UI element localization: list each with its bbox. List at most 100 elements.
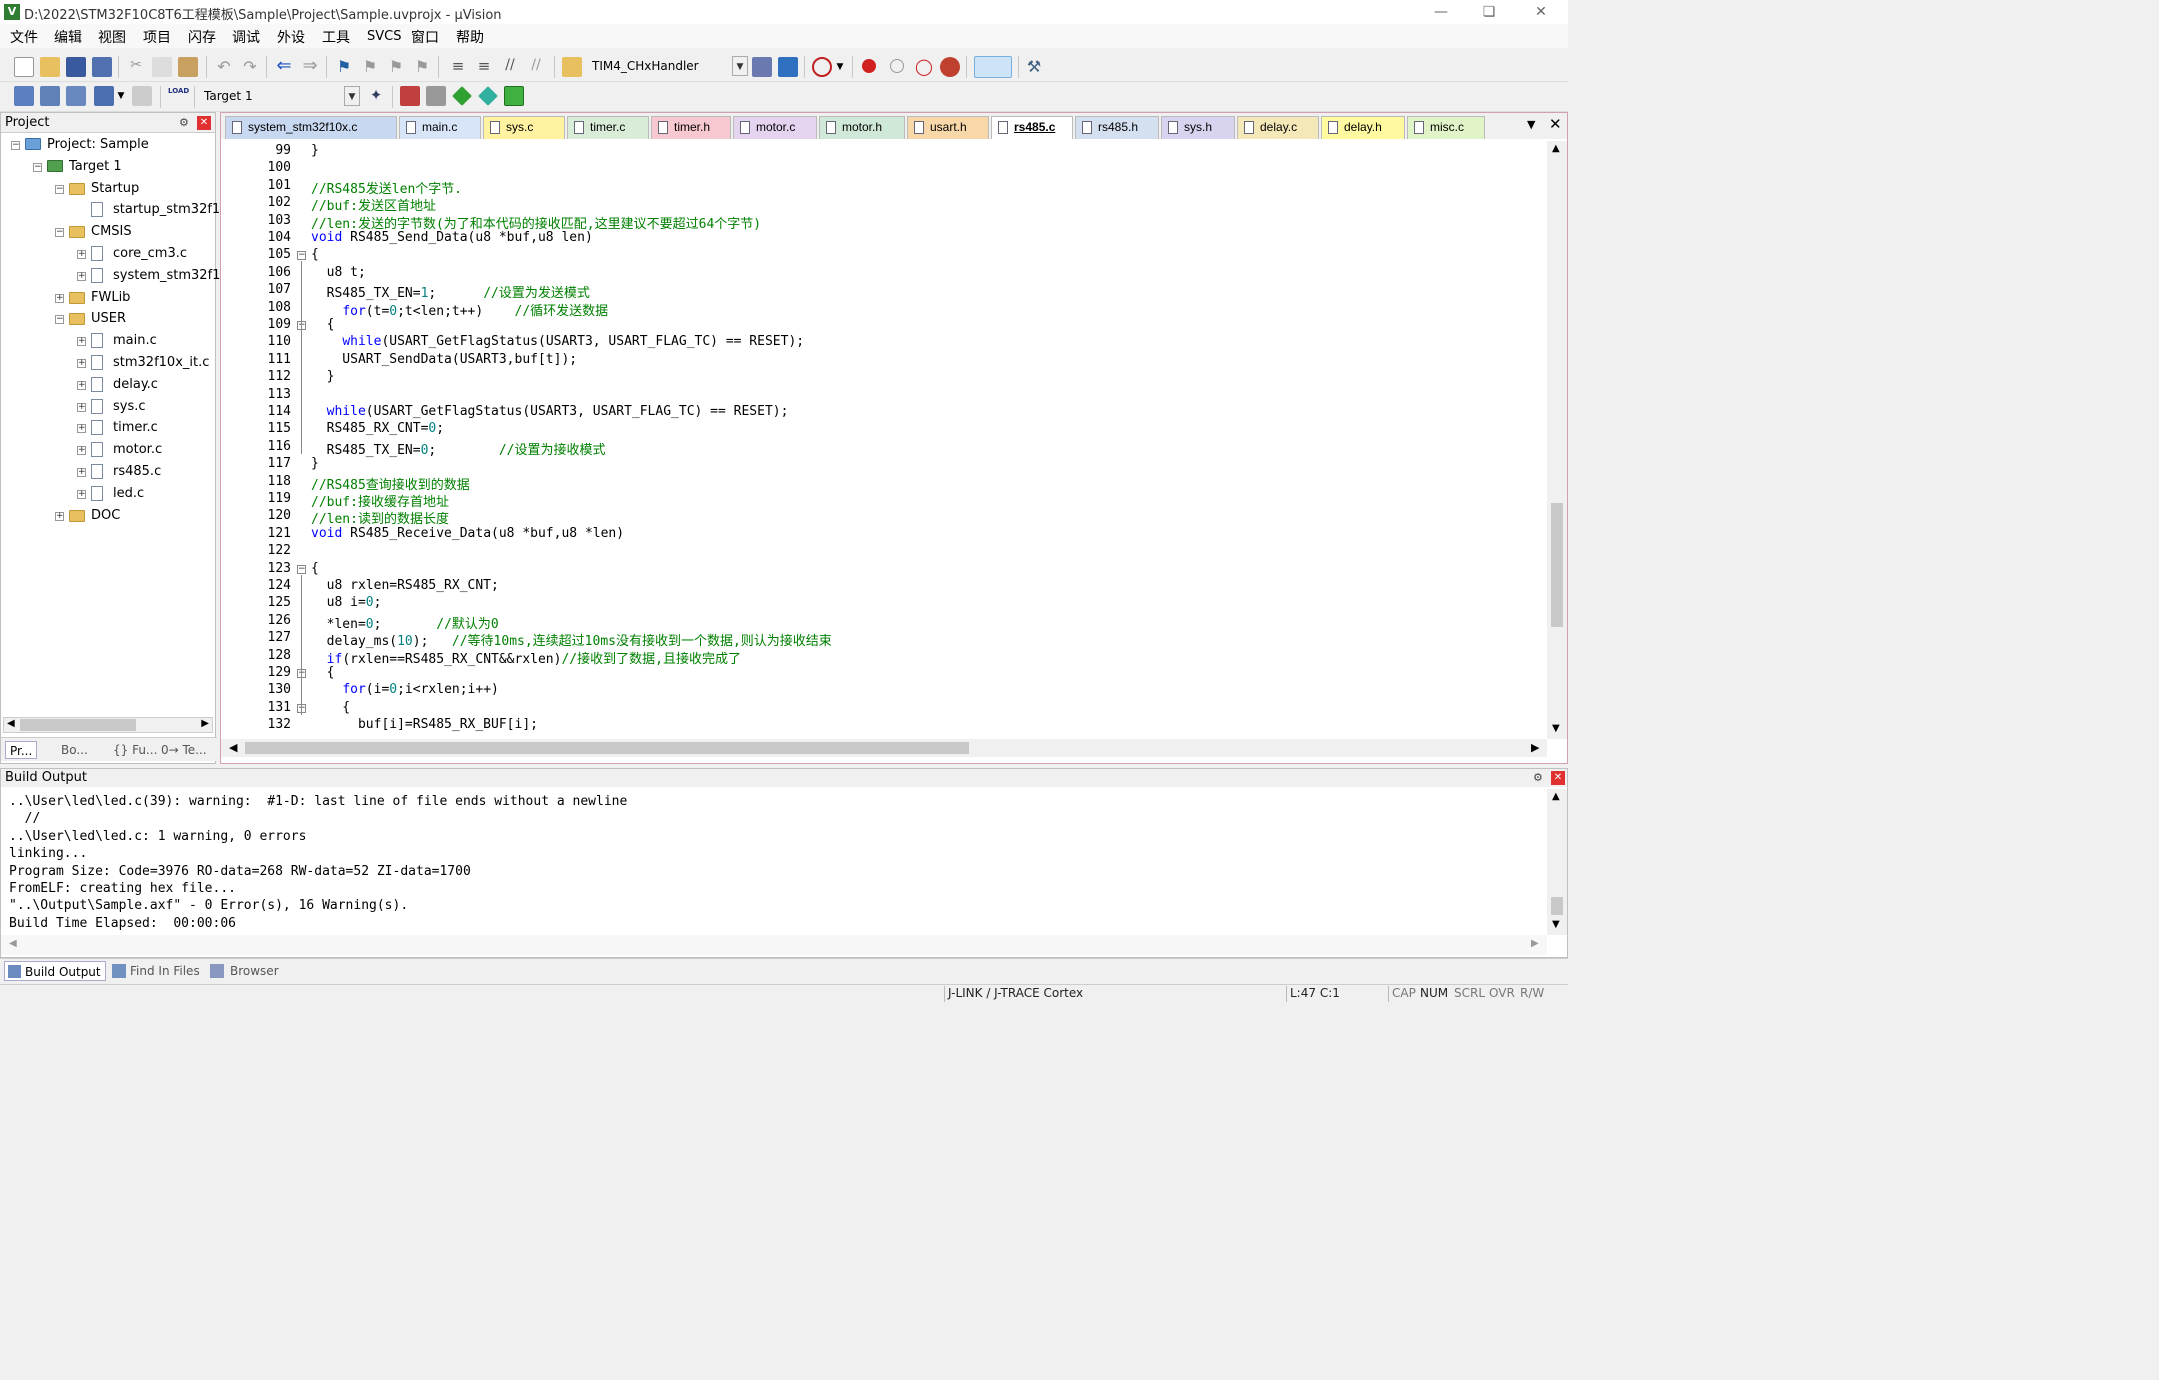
find-icon[interactable]: [752, 57, 772, 77]
tree-item-file[interactable]: + motor.c: [1, 440, 213, 460]
expand-icon[interactable]: +: [77, 446, 86, 456]
navigate-back-icon[interactable]: ⇐: [274, 57, 294, 77]
scroll-thumb[interactable]: [1551, 897, 1563, 915]
scroll-left-icon[interactable]: ◀: [7, 718, 15, 729]
target-combo[interactable]: Target 1 ▼: [198, 86, 360, 108]
expand-icon[interactable]: +: [55, 293, 64, 303]
file-tab[interactable]: timer.c: [567, 116, 649, 139]
menu-window[interactable]: 窗口: [411, 27, 439, 47]
tree-item-file[interactable]: + system_stm32f10: [1, 266, 229, 286]
tree-item-folder[interactable]: − Startup: [1, 179, 213, 199]
bookmark-prev-icon[interactable]: ⚑: [360, 57, 380, 77]
expand-icon[interactable]: +: [77, 271, 86, 281]
tree-item-file[interactable]: + timer.c: [1, 418, 213, 438]
code-line[interactable]: void RS485_Send_Data(u8 *buf,u8 len): [311, 230, 593, 245]
file-tab[interactable]: timer.h: [651, 116, 731, 139]
code-line[interactable]: //buf:发送区首地址: [311, 195, 436, 214]
tab-browser[interactable]: Browser: [210, 961, 279, 981]
code-line[interactable]: u8 i=0;: [311, 595, 382, 610]
code-line[interactable]: buf[i]=RS485_RX_BUF[i];: [311, 717, 538, 732]
uncomment-icon[interactable]: //: [526, 57, 546, 77]
undo-icon[interactable]: ↶: [214, 57, 234, 77]
scroll-thumb[interactable]: [1551, 503, 1563, 627]
menu-project[interactable]: 项目: [143, 27, 171, 47]
tab-functions[interactable]: {} Fu...: [113, 741, 157, 759]
file-tab[interactable]: misc.c: [1407, 116, 1485, 139]
window-layout-button[interactable]: [974, 56, 1012, 78]
chevron-down-icon[interactable]: ▼: [344, 86, 360, 106]
unindent-icon[interactable]: ≡: [474, 57, 494, 77]
translate-icon[interactable]: [14, 86, 34, 106]
menu-debug[interactable]: 调试: [232, 27, 260, 47]
redo-icon[interactable]: ↷: [240, 57, 260, 77]
code-line[interactable]: delay_ms(10); //等待10ms,连续超过10ms没有接收到一个数据…: [311, 630, 832, 649]
scroll-down-icon[interactable]: ▼: [1552, 919, 1560, 930]
scroll-up-icon[interactable]: ▲: [1552, 143, 1560, 154]
cut-icon[interactable]: ✂: [126, 57, 146, 77]
close-button[interactable]: ✕: [1518, 0, 1564, 24]
menu-svcs[interactable]: SVCS: [367, 29, 401, 44]
build-icon[interactable]: [40, 86, 60, 106]
menu-peripherals[interactable]: 外设: [277, 27, 305, 47]
navigate-forward-icon[interactable]: ⇒: [300, 57, 320, 77]
expand-icon[interactable]: +: [77, 489, 86, 499]
new-file-icon[interactable]: [14, 57, 34, 77]
code-line[interactable]: //len:读到的数据长度: [311, 508, 449, 527]
menu-edit[interactable]: 编辑: [54, 27, 82, 47]
pack-installer-icon[interactable]: [452, 86, 472, 106]
build-horizontal-scrollbar[interactable]: ◀ ▶: [1, 935, 1547, 955]
code-line[interactable]: }: [311, 456, 319, 471]
menu-tools[interactable]: 工具: [322, 27, 350, 47]
configure-icon[interactable]: ⚒: [1024, 57, 1044, 77]
tab-project[interactable]: Pr...: [5, 741, 38, 759]
tab-books[interactable]: Bo...: [61, 741, 88, 759]
tab-templates[interactable]: 0→ Te...: [161, 741, 207, 759]
code-line[interactable]: u8 t;: [311, 265, 366, 280]
menu-help[interactable]: 帮助: [456, 27, 484, 47]
tree-item-folder[interactable]: − CMSIS: [1, 222, 213, 242]
function-combo[interactable]: TIM4_CHxHandler ▼: [586, 56, 748, 78]
collapse-icon[interactable]: −: [33, 162, 42, 172]
expand-icon[interactable]: +: [55, 511, 64, 521]
collapse-icon[interactable]: −: [55, 184, 64, 194]
chevron-down-icon[interactable]: ▼: [732, 56, 748, 76]
download-icon[interactable]: LOAD: [168, 86, 189, 106]
find-in-files-icon[interactable]: [562, 57, 582, 77]
file-tab[interactable]: delay.h: [1321, 116, 1405, 139]
file-tab[interactable]: sys.c: [483, 116, 565, 139]
code-line[interactable]: }: [311, 369, 335, 384]
expand-icon[interactable]: +: [77, 359, 86, 368]
chevron-down-icon[interactable]: ▼: [834, 57, 846, 77]
build-vertical-scrollbar[interactable]: ▲ ▼: [1547, 789, 1567, 935]
tree-item-file[interactable]: + led.c: [1, 484, 213, 504]
file-tab[interactable]: motor.h: [819, 116, 905, 139]
code-line[interactable]: while(USART_GetFlagStatus(USART3, USART_…: [311, 404, 789, 419]
collapse-icon[interactable]: −: [11, 141, 20, 150]
save-icon[interactable]: [66, 57, 86, 77]
code-line[interactable]: u8 rxlen=RS485_RX_CNT;: [311, 578, 499, 593]
tree-item-file[interactable]: + delay.c: [1, 375, 213, 395]
close-icon[interactable]: ✕: [1551, 771, 1565, 785]
scroll-right-icon[interactable]: ▶: [201, 718, 209, 729]
pin-icon[interactable]: ⚙: [1533, 769, 1543, 787]
debug-session-icon[interactable]: [812, 57, 832, 77]
scroll-left-icon[interactable]: ◀: [229, 741, 237, 754]
bookmark-next-icon[interactable]: ⚑: [386, 57, 406, 77]
file-tab[interactable]: system_stm32f10x.c: [225, 116, 397, 139]
bookmark-clear-icon[interactable]: ⚑: [412, 57, 432, 77]
scroll-up-icon[interactable]: ▲: [1552, 791, 1560, 802]
close-icon[interactable]: ✕: [197, 116, 211, 130]
paste-icon[interactable]: [178, 57, 198, 77]
code-line[interactable]: //buf:接收缓存首地址: [311, 491, 449, 510]
code-line[interactable]: {: [311, 561, 319, 576]
save-all-icon[interactable]: [92, 57, 112, 77]
code-line[interactable]: RS485_RX_CNT=0;: [311, 421, 444, 436]
code-line[interactable]: {: [311, 247, 319, 262]
tree-item-file[interactable]: + sys.c: [1, 397, 213, 417]
code-line[interactable]: for(t=0;t<len;t++) //循环发送数据: [311, 300, 608, 319]
code-line[interactable]: {: [311, 665, 335, 680]
menu-flash[interactable]: 闪存: [188, 27, 216, 47]
code-line[interactable]: USART_SendData(USART3,buf[t]);: [311, 352, 577, 367]
tab-list-icon[interactable]: ▼: [1527, 118, 1535, 131]
file-extensions-icon[interactable]: [426, 86, 446, 106]
